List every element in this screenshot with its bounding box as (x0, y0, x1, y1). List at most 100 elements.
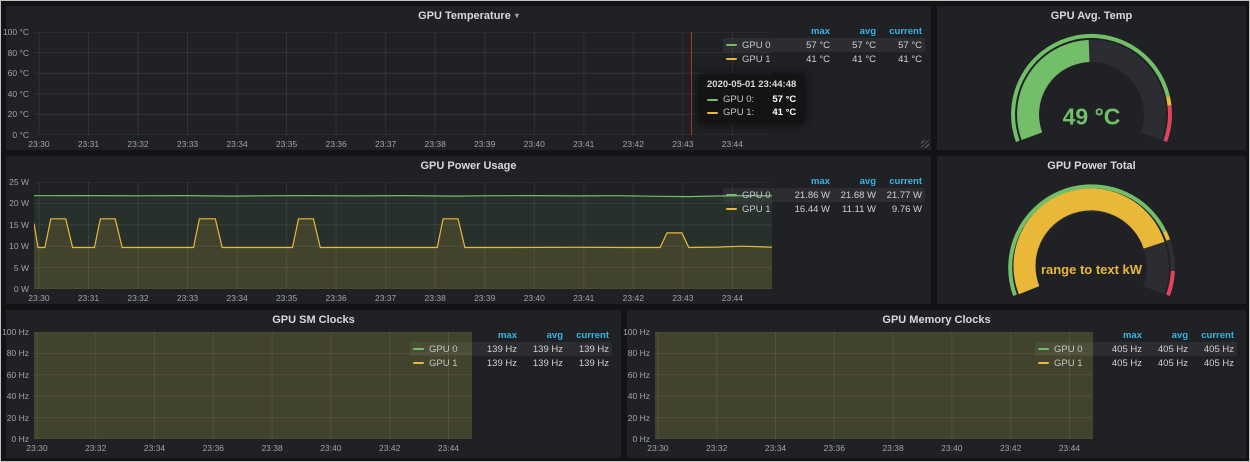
tooltip-series-row: GPU 1:41 °C (707, 106, 796, 119)
y-tick-label: 20 Hz (7, 413, 29, 423)
panel-title-gpu-temperature[interactable]: GPU Temperature▾ (6, 6, 931, 26)
chart-plot-area[interactable] (34, 332, 472, 439)
legend-value: 11.11 W (830, 204, 876, 215)
series-color-dash-icon (413, 362, 424, 364)
legend-column-header[interactable]: avg (1142, 330, 1188, 341)
x-tick-label: 23:30 (28, 293, 49, 303)
panel-title-gpu-power-usage[interactable]: GPU Power Usage (6, 156, 931, 176)
chart-legend: maxavgcurrentGPU 0139 Hz139 Hz139 HzGPU … (410, 328, 612, 370)
legend-column-header[interactable]: max (1096, 330, 1142, 341)
gauge-canvas: 49 °C (937, 28, 1246, 148)
gauge-gpu-avg-temp: 49 °C (937, 28, 1246, 148)
legend-column-header[interactable]: avg (830, 176, 876, 187)
x-tick-label: 23:40 (320, 443, 341, 453)
x-tick-label: 23:31 (78, 293, 99, 303)
series-color-dash-icon (707, 112, 718, 114)
panel-gpu-power-usage: GPU Power Usage 25 W20 W15 W10 W5 W0 W 2… (5, 155, 932, 305)
chart-plot-area[interactable] (655, 332, 1093, 439)
legend-value: 405 Hz (1096, 358, 1142, 369)
legend-series-toggle[interactable]: GPU 0 (726, 190, 784, 201)
legend-column-header[interactable]: current (876, 176, 922, 187)
tooltip-series-value: 57 °C (772, 94, 796, 105)
legend-column-header[interactable]: max (784, 26, 830, 37)
x-tick-label: 23:44 (1059, 443, 1080, 453)
y-tick-label: 80 Hz (628, 348, 650, 358)
chart-canvas (34, 182, 772, 289)
y-tick-label: 40 Hz (628, 391, 650, 401)
chart-plot-area[interactable] (34, 182, 772, 289)
series-color-dash-icon (1038, 348, 1049, 350)
x-tick-label: 23:44 (438, 443, 459, 453)
panel-title-text: GPU Power Total (1047, 160, 1135, 172)
tooltip-series-label: GPU 0: (723, 94, 754, 105)
legend-column-header[interactable]: current (1188, 330, 1234, 341)
x-tick-label: 23:37 (375, 139, 396, 149)
chart-legend: maxavgcurrentGPU 021.86 W21.68 W21.77 WG… (723, 174, 925, 216)
legend-column-header[interactable]: max (471, 330, 517, 341)
legend-series-toggle[interactable]: GPU 1 (726, 54, 784, 65)
panel-title-text: GPU SM Clocks (272, 314, 355, 326)
x-tick-label: 23:34 (144, 443, 165, 453)
gauge-threshold-ring-segment (1165, 106, 1170, 142)
panel-menu-caret-icon[interactable]: ▾ (515, 11, 519, 20)
gauge-value: range to text kW (1041, 262, 1143, 277)
x-tick-label: 23:34 (765, 443, 786, 453)
y-tick-label: 60 Hz (7, 370, 29, 380)
panel-title-gpu-sm-clocks[interactable]: GPU SM Clocks (6, 310, 621, 330)
y-tick-label: 100 Hz (623, 327, 650, 337)
x-tick-label: 23:43 (672, 139, 693, 149)
legend-row: GPU 116.44 W11.11 W9.76 W (723, 202, 925, 216)
legend-row: GPU 0139 Hz139 Hz139 Hz (410, 342, 612, 356)
panel-title-gpu-avg-temp[interactable]: GPU Avg. Temp (937, 6, 1246, 26)
crosshair-line (691, 32, 692, 135)
legend-series-toggle[interactable]: GPU 1 (413, 358, 471, 369)
legend-row: GPU 141 °C41 °C41 °C (723, 52, 925, 66)
panel-title-text: GPU Memory Clocks (882, 314, 990, 326)
panel-resize-handle[interactable] (921, 140, 929, 148)
x-tick-label: 23:32 (706, 443, 727, 453)
x-tick-label: 23:34 (226, 139, 247, 149)
chart-plot-area[interactable] (34, 32, 772, 135)
x-tick-label: 23:36 (203, 443, 224, 453)
legend-value: 41 °C (830, 54, 876, 65)
x-tick-label: 23:38 (882, 443, 903, 453)
chart-tooltip: 2020-05-01 23:44:48 GPU 0:57 °CGPU 1:41 … (698, 74, 805, 124)
legend-value: 57 °C (830, 40, 876, 51)
x-tick-label: 23:36 (325, 293, 346, 303)
x-tick-label: 23:30 (647, 443, 668, 453)
legend-column-header[interactable]: max (784, 176, 830, 187)
legend-series-toggle[interactable]: GPU 0 (413, 344, 471, 355)
legend-column-header[interactable]: avg (517, 330, 563, 341)
legend-series-label: GPU 1 (1054, 358, 1083, 369)
panel-title-gpu-power-total[interactable]: GPU Power Total (937, 156, 1246, 176)
series-color-dash-icon (1038, 362, 1049, 364)
legend-series-label: GPU 1 (742, 204, 771, 215)
legend-series-toggle[interactable]: GPU 0 (726, 40, 784, 51)
x-tick-label: 23:37 (375, 293, 396, 303)
x-tick-label: 23:34 (226, 293, 247, 303)
legend-column-header[interactable]: current (563, 330, 609, 341)
x-tick-label: 23:40 (524, 293, 545, 303)
legend-series-toggle[interactable]: GPU 1 (1038, 358, 1096, 369)
chart-legend: maxavgcurrentGPU 0405 Hz405 Hz405 HzGPU … (1035, 328, 1237, 370)
legend-series-toggle[interactable]: GPU 1 (726, 204, 784, 215)
y-axis: 100 Hz80 Hz60 Hz40 Hz20 Hz0 Hz (627, 332, 653, 439)
legend-column-header[interactable]: current (876, 26, 922, 37)
legend-value: 57 °C (784, 40, 830, 51)
gauge-threshold-ring-segment (1168, 97, 1170, 106)
legend-value: 139 Hz (563, 358, 609, 369)
series-fill-gpu-1 (34, 332, 472, 439)
legend-series-toggle[interactable]: GPU 0 (1038, 344, 1096, 355)
legend-series-label: GPU 1 (742, 54, 771, 65)
legend-value: 139 Hz (517, 358, 563, 369)
legend-row: GPU 057 °C57 °C57 °C (723, 38, 925, 52)
x-tick-label: 23:42 (623, 293, 644, 303)
y-tick-label: 10 W (9, 241, 29, 251)
grafana-dashboard: GPU Temperature▾ 100 °C80 °C60 °C40 °C20… (0, 0, 1250, 462)
x-axis: 23:3023:3123:3223:3323:3423:3523:3623:37… (34, 138, 772, 150)
legend-column-header[interactable]: avg (830, 26, 876, 37)
x-tick-label: 23:38 (425, 139, 446, 149)
panel-title-gpu-memory-clocks[interactable]: GPU Memory Clocks (627, 310, 1246, 330)
panel-gpu-avg-temp: GPU Avg. Temp 49 °C (936, 5, 1247, 151)
series-color-dash-icon (726, 58, 737, 60)
